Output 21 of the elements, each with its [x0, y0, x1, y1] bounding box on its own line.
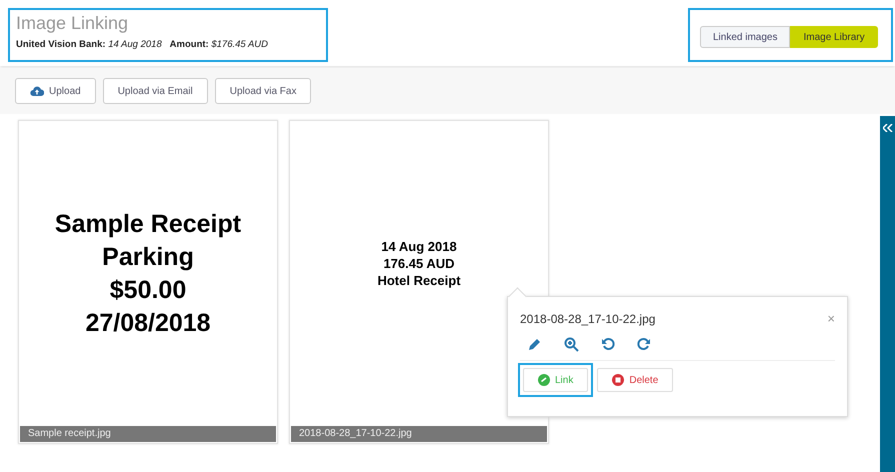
- receipt-text: Sample Receipt Parking $50.00 27/08/2018: [54, 208, 242, 338]
- upload-button[interactable]: Upload via Fax: [214, 78, 312, 104]
- cloud-upload-icon: [30, 86, 44, 96]
- pencil-icon[interactable]: [528, 337, 542, 351]
- receipt-text: 14 Aug 2018 176.45 AUD Hotel Receipt: [377, 238, 461, 289]
- upload-button[interactable]: Upload: [15, 78, 96, 104]
- image-card[interactable]: Sample Receipt Parking $50.00 27/08/2018 Sample receipt.jpg: [18, 120, 278, 444]
- view-tab[interactable]: Linked images: [700, 26, 790, 48]
- upload-button[interactable]: Upload via Email: [102, 78, 208, 104]
- link-icon: [538, 374, 550, 386]
- view-tab[interactable]: Image Library: [790, 26, 878, 48]
- image-caption: 2018-08-28_17-10-22.jpg: [291, 426, 547, 442]
- delete-button[interactable]: Delete: [597, 368, 674, 392]
- transaction-summary: United Vision Bank: 14 Aug 2018 Amount: $176.45 AUD: [16, 39, 270, 50]
- page-title: Image Linking: [16, 13, 130, 34]
- collapse-icon[interactable]: [882, 124, 892, 132]
- delete-icon: [612, 374, 624, 386]
- rotate-right-icon[interactable]: [637, 337, 651, 351]
- rotate-left-icon[interactable]: [601, 337, 615, 351]
- zoom-in-icon[interactable]: [564, 337, 579, 352]
- image-caption: Sample receipt.jpg: [20, 426, 276, 442]
